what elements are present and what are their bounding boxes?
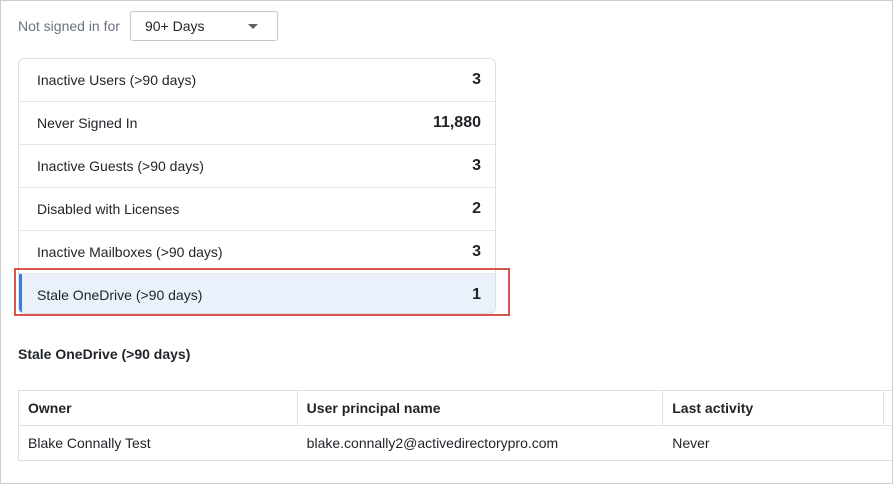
summary-card: Inactive Users (>90 days) 3 Never Signed… xyxy=(18,58,496,314)
table-row[interactable]: Blake Connally Test blake.connally2@acti… xyxy=(19,426,893,461)
summary-row-label: Inactive Mailboxes (>90 days) xyxy=(37,244,223,260)
summary-row-inactive-guests[interactable]: Inactive Guests (>90 days) 3 xyxy=(19,145,495,188)
column-header-owner[interactable]: Owner xyxy=(19,391,298,425)
stale-onedrive-table: Owner User principal name Last activity … xyxy=(18,390,893,461)
summary-row-label: Stale OneDrive (>90 days) xyxy=(37,286,203,303)
table-header-row: Owner User principal name Last activity xyxy=(19,391,893,426)
summary-row-label: Inactive Users (>90 days) xyxy=(37,72,197,88)
column-header-spacer xyxy=(884,391,893,425)
cell-last-activity: Never xyxy=(672,435,710,451)
summary-row-label: Disabled with Licenses xyxy=(37,201,180,217)
days-dropdown-value: 90+ Days xyxy=(144,18,205,34)
summary-row-count: 3 xyxy=(472,71,481,88)
summary-row-never-signed-in[interactable]: Never Signed In 11,880 xyxy=(19,102,495,145)
summary-row-label: Never Signed In xyxy=(37,115,138,131)
summary-row-count: 3 xyxy=(472,243,481,260)
column-header-last-activity[interactable]: Last activity xyxy=(663,391,884,425)
column-header-user-principal-name[interactable]: User principal name xyxy=(298,391,664,425)
section-title: Stale OneDrive (>90 days) xyxy=(18,346,191,362)
caret-down-icon xyxy=(247,23,258,29)
filter-label: Not signed in for xyxy=(18,18,120,34)
summary-row-count: 3 xyxy=(472,157,481,174)
summary-row-label: Inactive Guests (>90 days) xyxy=(37,158,204,174)
summary-row-inactive-mailboxes[interactable]: Inactive Mailboxes (>90 days) 3 xyxy=(19,231,495,274)
cell-user-principal-name: blake.connally2@activedirectorypro.com xyxy=(306,435,559,451)
days-dropdown[interactable]: 90+ Days xyxy=(129,11,278,41)
filter-row: Not signed in for 90+ Days xyxy=(18,10,278,42)
summary-row-stale-onedrive[interactable]: Stale OneDrive (>90 days) 1 xyxy=(19,274,495,313)
summary-row-inactive-users[interactable]: Inactive Users (>90 days) 3 xyxy=(19,59,495,102)
summary-row-count: 2 xyxy=(472,200,481,217)
cell-owner: Blake Connally Test xyxy=(28,435,151,451)
summary-row-count: 11,880 xyxy=(432,114,481,131)
cell-spacer xyxy=(884,426,893,460)
summary-row-disabled-with-licenses[interactable]: Disabled with Licenses 2 xyxy=(19,188,495,231)
summary-row-count: 1 xyxy=(472,285,481,303)
